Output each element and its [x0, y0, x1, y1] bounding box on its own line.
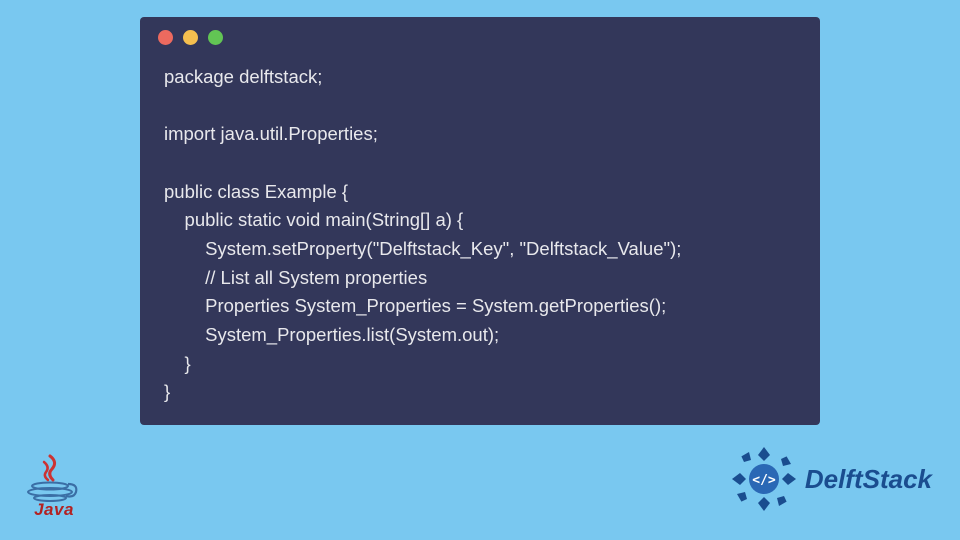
code-line: package delftstack;	[164, 66, 322, 87]
code-line: // List all System properties	[164, 267, 427, 288]
code-line: Properties System_Properties = System.ge…	[164, 295, 666, 316]
code-line: System.setProperty("Delftstack_Key", "De…	[164, 238, 681, 259]
code-block: package delftstack; import java.util.Pro…	[140, 57, 820, 407]
delftstack-logo: </> DelftStack	[729, 444, 932, 514]
code-window: package delftstack; import java.util.Pro…	[140, 17, 820, 425]
code-line: import java.util.Properties;	[164, 123, 378, 144]
code-line: public static void main(String[] a) {	[164, 209, 463, 230]
code-line: System_Properties.list(System.out);	[164, 324, 499, 345]
code-line: }	[164, 381, 170, 402]
zoom-icon[interactable]	[208, 30, 223, 45]
code-line: public class Example {	[164, 181, 348, 202]
java-logo-label: Java	[20, 500, 88, 520]
close-icon[interactable]	[158, 30, 173, 45]
delftstack-emblem-icon: </>	[729, 444, 799, 514]
code-line: }	[164, 353, 191, 374]
java-cup-icon	[20, 454, 88, 502]
java-logo: Java	[20, 454, 88, 520]
delftstack-brand-label: DelftStack	[805, 464, 932, 495]
svg-text:</>: </>	[752, 473, 776, 488]
minimize-icon[interactable]	[183, 30, 198, 45]
window-titlebar	[140, 17, 820, 57]
